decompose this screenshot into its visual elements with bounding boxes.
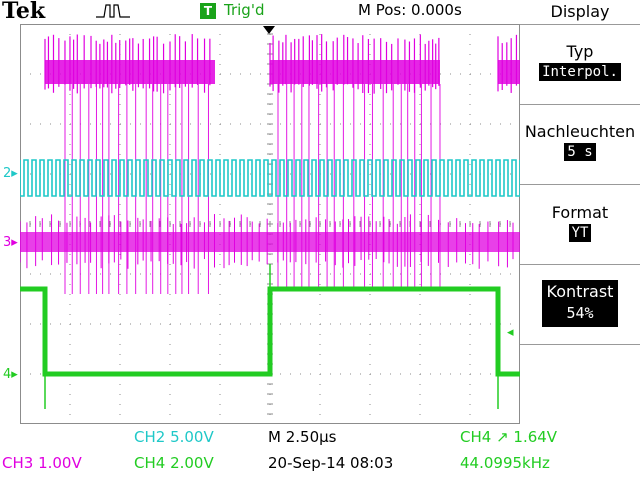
menu-divider bbox=[520, 184, 640, 185]
ch4-scale: CH4 2.00V bbox=[134, 454, 214, 472]
ch3-scale: CH3 1.00V bbox=[2, 454, 82, 472]
menu-label-format: Format bbox=[551, 203, 609, 222]
menu-title: Display bbox=[550, 2, 610, 21]
menu-divider bbox=[520, 24, 640, 25]
menu-label-typ: Typ bbox=[566, 42, 594, 61]
menu-divider bbox=[520, 104, 640, 105]
menu-value-typ: Interpol. bbox=[539, 63, 621, 81]
waveform-display bbox=[19, 23, 521, 425]
ch2-ground-marker: 2▸ bbox=[3, 166, 18, 181]
ch4-ground-marker: 4▸ bbox=[3, 367, 18, 382]
frequency-readout: 44.0995kHz bbox=[460, 454, 550, 472]
menu-label-nachleuchten: Nachleuchten bbox=[524, 122, 636, 141]
menu-divider bbox=[520, 264, 640, 265]
menu-value-nachleuchten: 5 s bbox=[564, 143, 596, 161]
brand-logo: Tek bbox=[2, 0, 46, 24]
trigger-status: Trig'd bbox=[224, 1, 265, 19]
side-menu: Display Typ Interpol. Nachleuchten 5 s F… bbox=[520, 0, 640, 480]
top-status-bar: Tek T Trig'd M Pos: 0.000s bbox=[0, 0, 520, 24]
ch3-ground-marker: 3▸ bbox=[3, 235, 18, 250]
horizontal-position: M Pos: 0.000s bbox=[358, 1, 462, 19]
date-time: 20-Sep-14 08:03 bbox=[268, 454, 394, 472]
trigger-mode-icon bbox=[96, 4, 130, 18]
trigger-level-marker: ◂ bbox=[507, 325, 514, 340]
bottom-status-bar: CH2 5.00V CH3 1.00V CH4 2.00V M 2.50µs 2… bbox=[0, 424, 640, 480]
trigger-badge: T bbox=[200, 3, 216, 19]
menu-item-kontrast[interactable]: Kontrast 54% bbox=[542, 280, 618, 327]
trigger-readout: CH4 ↗ 1.64V bbox=[460, 428, 558, 446]
ch3-trace-band bbox=[20, 232, 520, 252]
ch2-trace bbox=[19, 159, 521, 197]
menu-value-format: YT bbox=[568, 224, 592, 242]
graticule bbox=[19, 23, 521, 425]
menu-item-nachleuchten[interactable]: Nachleuchten 5 s bbox=[520, 122, 640, 161]
menu-divider bbox=[520, 344, 640, 345]
menu-item-format[interactable]: Format YT bbox=[520, 203, 640, 242]
timebase: M 2.50µs bbox=[268, 428, 337, 446]
ch2-scale: CH2 5.00V bbox=[134, 428, 214, 446]
menu-value-kontrast: 54% bbox=[563, 303, 597, 323]
menu-label-kontrast: Kontrast bbox=[546, 282, 614, 301]
menu-item-typ[interactable]: Typ Interpol. bbox=[520, 42, 640, 81]
ch2-band bbox=[20, 156, 520, 200]
